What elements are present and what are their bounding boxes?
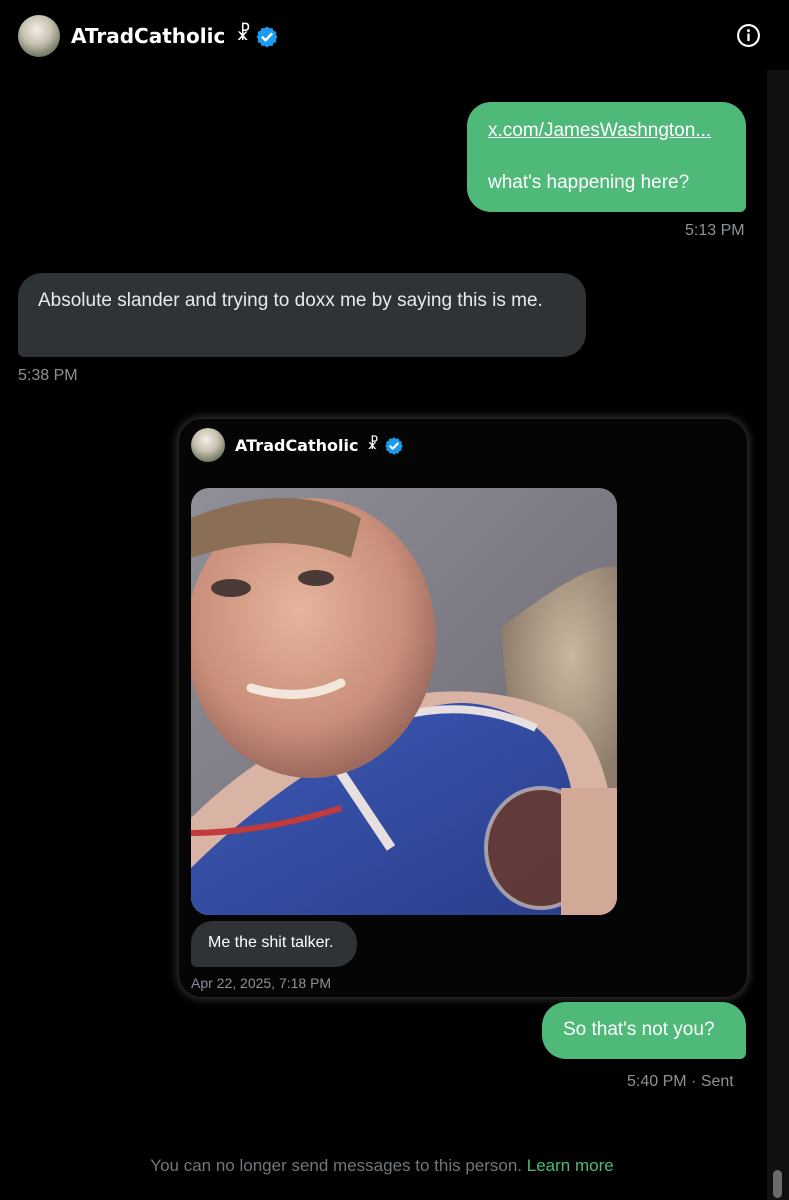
outgoing-message-bubble[interactable]: So that's not you? <box>542 1002 746 1059</box>
shared-photo[interactable] <box>191 488 617 915</box>
message-text: what's happening here? <box>488 172 690 193</box>
incoming-message-bubble[interactable]: Absolute slander and trying to doxx me b… <box>18 273 586 357</box>
messaging-disabled-notice: You can no longer send messages to this … <box>0 1156 764 1176</box>
shared-sender-name: ATradCatholic <box>235 436 359 455</box>
message-text: Absolute slander and trying to doxx me b… <box>38 290 543 311</box>
outgoing-message-bubble[interactable]: x.com/JamesWashngton... what's happening… <box>467 102 746 212</box>
info-icon[interactable] <box>736 23 761 48</box>
scrollbar-thumb[interactable] <box>773 1170 782 1198</box>
message-text: So that's not you? <box>563 1019 715 1040</box>
shared-message-caption: Me the shit talker. <box>191 921 357 967</box>
message-link[interactable]: x.com/JamesWashngton... <box>488 118 711 144</box>
chi-rho-symbol: ☧ <box>367 435 379 453</box>
delivery-status: Sent <box>700 1073 734 1090</box>
message-timestamp: 5:38 PM <box>18 367 78 384</box>
shared-message-date: Apr 22, 2025, 7:18 PM <box>191 975 332 991</box>
verified-badge-icon <box>256 26 278 48</box>
notice-text: You can no longer send messages to this … <box>150 1156 523 1175</box>
message-timestamp: 5:40 PM · Sent <box>627 1073 734 1091</box>
dm-conversation: ATradCatholic ☧ x.com/JamesWashngton... … <box>0 0 789 1200</box>
shared-message-card[interactable]: ATradCatholic ☧ Me the shit talker. Apr … <box>178 418 748 998</box>
caption-text: Me the shit talker. <box>208 934 334 951</box>
avatar <box>191 428 225 462</box>
avatar[interactable] <box>18 15 60 57</box>
conversation-header: ATradCatholic ☧ <box>0 0 789 70</box>
message-time: 5:40 PM <box>627 1073 687 1090</box>
scrollbar-track[interactable] <box>767 70 789 1200</box>
contact-name[interactable]: ATradCatholic <box>71 24 225 48</box>
verified-badge-icon <box>385 437 403 455</box>
separator-dot: · <box>691 1073 697 1090</box>
chi-rho-symbol: ☧ <box>236 23 251 45</box>
message-timestamp: 5:13 PM <box>685 222 745 239</box>
learn-more-link[interactable]: Learn more <box>527 1156 614 1175</box>
